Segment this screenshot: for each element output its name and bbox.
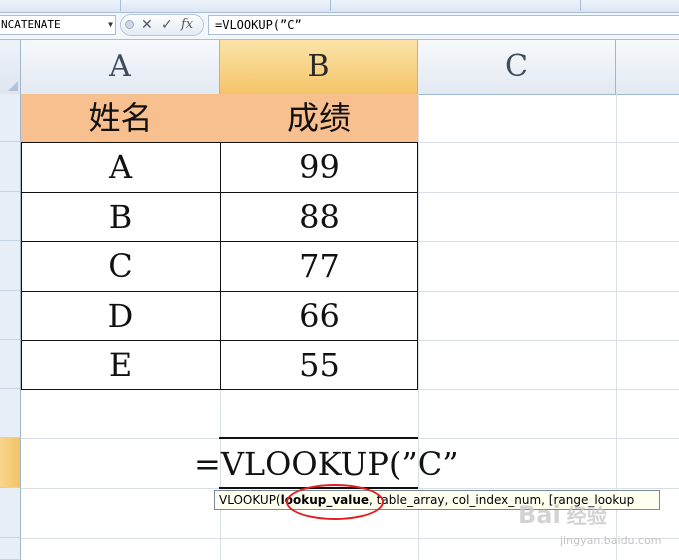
ribbon-tab-segment — [330, 0, 581, 11]
row-header[interactable] — [0, 291, 21, 340]
table-cell-name[interactable]: E — [21, 341, 220, 389]
column-header-d[interactable] — [616, 40, 679, 94]
ribbon-tab-segment — [0, 0, 121, 11]
name-box-value: NCATENATE — [1, 18, 61, 31]
table-header-score[interactable]: 成绩 — [220, 94, 418, 142]
column-headers: A B C — [0, 40, 679, 95]
table-header-name[interactable]: 姓名 — [21, 94, 220, 142]
table-cell-score[interactable]: 77 — [221, 242, 418, 290]
row-header[interactable] — [0, 241, 21, 291]
row-header[interactable] — [0, 142, 21, 192]
enter-icon[interactable]: ✓ — [161, 16, 173, 34]
row-header[interactable] — [0, 340, 21, 389]
row-header[interactable] — [0, 94, 21, 142]
row-header[interactable] — [0, 488, 21, 538]
annotation-circle — [286, 484, 384, 520]
table-cell-score[interactable]: 99 — [221, 143, 418, 191]
formula-input[interactable]: =VLOOKUP(”C” — [208, 15, 679, 35]
formula-buttons: ✕ ✓ fx — [120, 14, 204, 36]
cell-edit-border — [219, 437, 418, 439]
insert-function-icon[interactable]: fx — [181, 16, 193, 34]
cell-formula-text[interactable]: =VLOOKUP(”C” — [194, 440, 459, 488]
column-header-c[interactable]: C — [418, 40, 616, 94]
select-all-icon — [8, 81, 18, 91]
ribbon-edge — [0, 0, 679, 13]
formula-bar: NCATENATE ▼ ✕ ✓ fx =VLOOKUP(”C” — [0, 13, 679, 40]
select-all-button[interactable] — [0, 40, 21, 94]
chevron-down-icon[interactable]: ▼ — [108, 16, 113, 34]
resize-handle-icon[interactable] — [125, 20, 134, 29]
table-border — [21, 142, 22, 390]
table-cell-name[interactable]: A — [21, 143, 220, 191]
tooltip-function[interactable]: VLOOKUP( — [219, 493, 281, 507]
name-box[interactable]: NCATENATE ▼ — [0, 15, 116, 35]
ribbon-tab-segment — [120, 0, 331, 11]
row-header-active[interactable] — [0, 438, 21, 488]
table-border — [220, 142, 221, 390]
table-cell-score[interactable]: 66 — [221, 292, 418, 340]
watermark-logo: Bai 经验 — [518, 501, 607, 529]
watermark-url: jingyan.baidu.com — [560, 534, 662, 547]
table-cell-score[interactable]: 88 — [221, 193, 418, 241]
cancel-icon[interactable]: ✕ — [141, 16, 153, 34]
table-border — [417, 142, 418, 390]
table-cell-score[interactable]: 55 — [221, 341, 418, 389]
table-cell-name[interactable]: C — [21, 242, 220, 290]
column-header-a[interactable]: A — [21, 40, 220, 94]
table-cell-name[interactable]: D — [21, 292, 220, 340]
column-header-b[interactable]: B — [220, 40, 418, 94]
row-header[interactable] — [0, 538, 21, 560]
row-header[interactable] — [0, 389, 21, 438]
table-cell-name[interactable]: B — [21, 193, 220, 241]
row-header[interactable] — [0, 192, 21, 241]
